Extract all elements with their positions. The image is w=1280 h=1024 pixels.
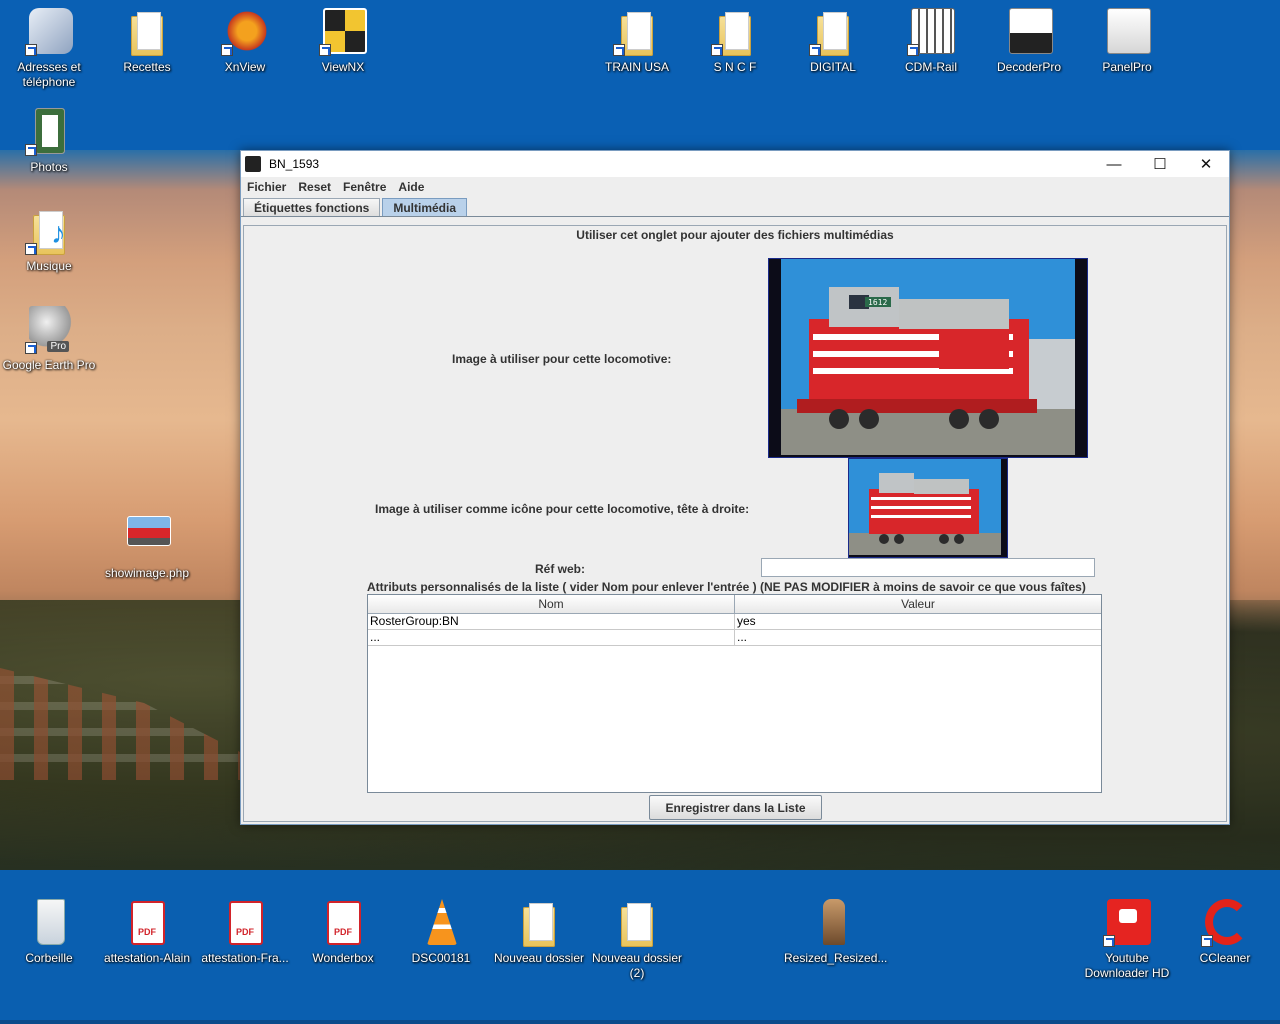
youtube-downloader-icon [1103, 899, 1151, 947]
menu-fenetre[interactable]: Fenêtre [339, 180, 394, 194]
tab-multimedia[interactable]: Multimédia [382, 198, 468, 216]
desktop-icon-panelpro[interactable]: PanelPro [1078, 8, 1176, 75]
table-row[interactable]: ... ... [368, 630, 1101, 646]
ccleaner-icon [1201, 899, 1249, 947]
desktop-icon-youtube-downloader[interactable]: Youtube Downloader HD [1078, 899, 1176, 981]
minimize-icon: — [1106, 155, 1122, 173]
folder-icon [515, 899, 563, 947]
jmri-app-icon [245, 156, 261, 172]
desktop-icon-wonderbox[interactable]: PDF Wonderbox [294, 899, 392, 966]
attributes-table[interactable]: Nom Valeur RosterGroup:BN yes ... ... [367, 594, 1102, 793]
window-title: BN_1593 [269, 157, 320, 171]
folder-icon [613, 899, 661, 947]
desktop-icon-train-usa[interactable]: TRAIN USA [588, 8, 686, 75]
menu-aide[interactable]: Aide [394, 180, 432, 194]
loco-number: 1612 [868, 298, 887, 307]
pdf-icon: PDF [319, 899, 367, 947]
pdf-icon: PDF [123, 899, 171, 947]
close-button[interactable]: ✕ [1183, 151, 1229, 177]
desktop-icon-corbeille[interactable]: Corbeille [0, 899, 98, 966]
desktop-icon-sncf[interactable]: S N C F [686, 8, 784, 75]
taskbar-edge [0, 1020, 1280, 1024]
minimize-button[interactable]: — [1091, 151, 1137, 177]
desktop-icon-photos[interactable]: Photos [0, 108, 98, 175]
image-label: Image à utiliser pour cette locomotive: [452, 352, 672, 366]
menu-reset[interactable]: Reset [294, 180, 339, 194]
tab-strip: Étiquettes fonctions Multimédia [241, 197, 1229, 217]
desktop-icon-ccleaner[interactable]: CCleaner [1176, 899, 1274, 966]
folder-icon [613, 8, 661, 56]
desktop-icon-cdm-rail[interactable]: CDM-Rail [882, 8, 980, 75]
image-file-icon [809, 899, 857, 947]
desktop-icon-attestation-alain[interactable]: PDF attestation-Alain [98, 899, 196, 966]
folder-icon [123, 8, 171, 56]
tab-etiquettes-fonctions[interactable]: Étiquettes fonctions [243, 198, 381, 216]
cell-nom[interactable]: RosterGroup:BN [368, 614, 735, 629]
maximize-button[interactable]: ☐ [1137, 151, 1183, 177]
column-header-nom[interactable]: Nom [368, 595, 735, 613]
desktop-icon-viewnx[interactable]: ViewNX [294, 8, 392, 75]
attributes-label: Attributs personnalisés de la liste ( vi… [367, 580, 1086, 594]
web-ref-input[interactable] [761, 558, 1095, 577]
desktop-icon-showimage[interactable]: showimage.php [98, 514, 196, 581]
locomotive-icon-image[interactable] [848, 458, 1008, 558]
maximize-icon: ☐ [1153, 156, 1167, 173]
music-folder-icon: ♪ [25, 207, 73, 255]
photos-icon [25, 108, 73, 156]
desktop-icon-xnview[interactable]: XnView [196, 8, 294, 75]
recycle-bin-icon [25, 899, 73, 947]
google-earth-icon: Pro [25, 306, 73, 354]
column-header-valeur[interactable]: Valeur [735, 595, 1101, 613]
multimedia-panel: Utiliser cet onglet pour ajouter des fic… [243, 225, 1227, 822]
desktop-icon-nouveau-dossier[interactable]: Nouveau dossier [490, 899, 588, 966]
locomotive-icon-photo [849, 459, 1001, 555]
desktop-icon-recettes[interactable]: Recettes [98, 8, 196, 75]
viewnx-icon [319, 8, 367, 56]
locomotive-photo: 1612 [781, 259, 1075, 455]
desktop-icon-resized[interactable]: Resized_Resized... [784, 899, 887, 966]
save-to-roster-button[interactable]: Enregistrer dans la Liste [649, 795, 822, 820]
panel-heading: Utiliser cet onglet pour ajouter des fic… [576, 228, 894, 242]
decoderpro-icon [1005, 8, 1053, 56]
desktop-icon-attestation-fra[interactable]: PDF attestation-Fra... [196, 899, 294, 966]
table-row[interactable]: RosterGroup:BN yes [368, 614, 1101, 630]
folder-icon [809, 8, 857, 56]
xnview-icon [221, 8, 269, 56]
menu-fichier[interactable]: Fichier [243, 180, 294, 194]
address-book-icon [25, 8, 73, 56]
cell-valeur[interactable]: yes [735, 614, 1101, 629]
icon-label: Image à utiliser comme icône pour cette … [375, 502, 750, 516]
desktop-icon-adresses[interactable]: Adresses et téléphone [0, 8, 98, 90]
desktop-icon-digital[interactable]: DIGITAL [784, 8, 882, 75]
menu-bar: Fichier Reset Fenêtre Aide [241, 177, 1229, 197]
pdf-icon: PDF [221, 899, 269, 947]
vlc-icon [417, 899, 465, 947]
cdm-rail-icon [907, 8, 955, 56]
image-file-icon [123, 514, 171, 562]
folder-icon [711, 8, 759, 56]
desktop-icon-musique[interactable]: ♪ Musique [0, 207, 98, 274]
panelpro-icon [1103, 8, 1151, 56]
desktop-icon-google-earth[interactable]: Pro Google Earth Pro [0, 306, 98, 373]
web-ref-label: Réf web: [535, 562, 586, 576]
desktop-icon-dsc00181[interactable]: DSC00181 [392, 899, 490, 966]
cell-nom[interactable]: ... [368, 630, 735, 645]
cell-valeur[interactable]: ... [735, 630, 1101, 645]
window-titlebar[interactable]: BN_1593 — ☐ ✕ [241, 151, 1229, 177]
roster-window: BN_1593 — ☐ ✕ Fichier Reset Fenêtre Aide… [240, 150, 1230, 825]
desktop-icon-decoderpro[interactable]: DecoderPro [980, 8, 1078, 75]
locomotive-image[interactable]: 1612 [768, 258, 1088, 458]
table-header: Nom Valeur [368, 595, 1101, 614]
close-icon: ✕ [1199, 156, 1213, 173]
desktop-icon-nouveau-dossier-2[interactable]: Nouveau dossier (2) [588, 899, 686, 981]
